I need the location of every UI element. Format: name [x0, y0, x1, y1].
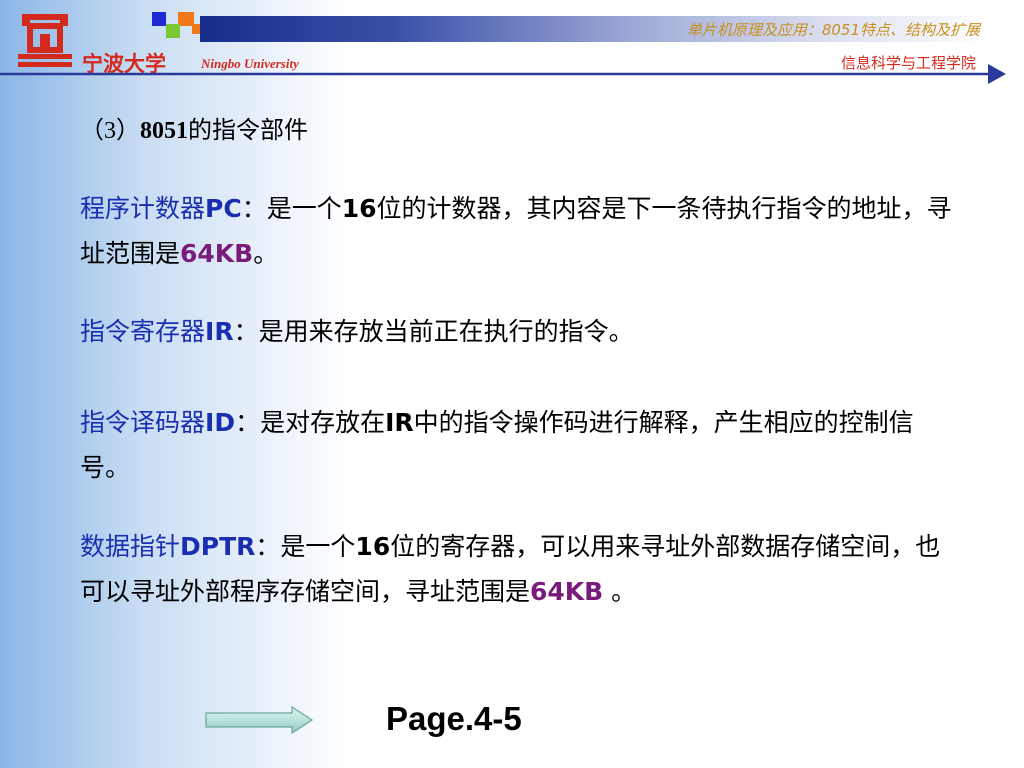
course-title: 单片机原理及应用：8051特点、结构及扩展: [686, 21, 980, 39]
page-number: Page.4-5: [386, 700, 522, 737]
paragraph-ir: 指令寄存器IR：是用来存放当前正在执行的指令。: [80, 317, 634, 346]
term-ir: 指令寄存器: [80, 317, 206, 346]
highlight-64kb: 64KB: [180, 239, 254, 268]
paragraph-pc: 程序计数器PC：是一个16位的计数器，其内容是下一条待执行指令的地址，寻址范围是…: [80, 194, 952, 268]
highlight-64kb: 64KB: [530, 577, 604, 606]
paragraph-id: 指令译码器ID：是对存放在IR中的指令操作码进行解释，产生相应的控制信号。: [80, 408, 914, 482]
term-id: 指令译码器: [80, 408, 206, 437]
decorative-squares-icon: [152, 12, 202, 38]
term-dptr: 数据指针: [80, 532, 181, 561]
header-rule-arrow-icon: [0, 64, 1006, 84]
next-page-arrow-icon[interactable]: [204, 705, 316, 735]
section-title: （3）8051的指令部件: [80, 118, 308, 144]
term-pc: 程序计数器: [80, 194, 206, 223]
paragraph-dptr: 数据指针DPTR：是一个16位的寄存器，可以用来寻址外部数据存储空间，也可以寻址…: [80, 532, 941, 606]
